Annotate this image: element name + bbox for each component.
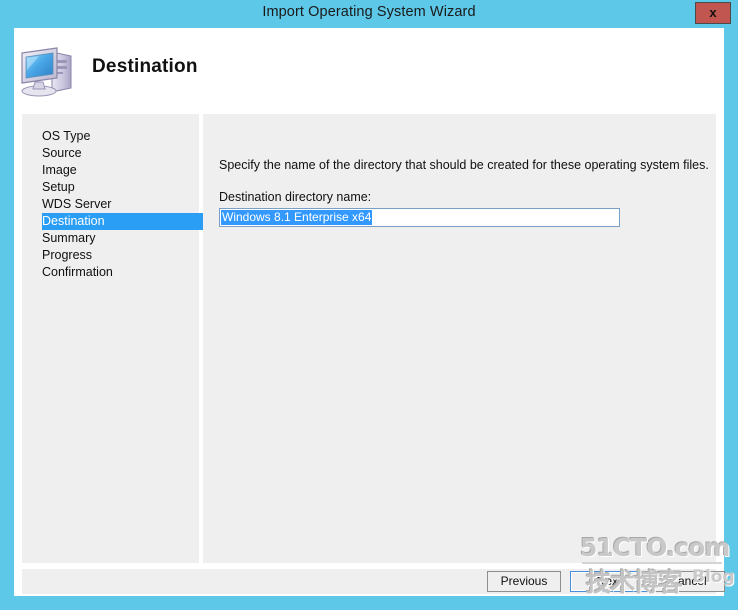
sidebar-item-setup[interactable]: Setup — [22, 179, 199, 196]
wizard-window: Import Operating System Wizard x Destina… — [0, 0, 738, 610]
sidebar-item-image[interactable]: Image — [22, 162, 199, 179]
cancel-button[interactable]: Cancel — [651, 571, 725, 592]
sidebar-item-os-type[interactable]: OS Type — [22, 128, 199, 145]
page-title: Destination — [92, 56, 198, 77]
instruction-text: Specify the name of the directory that s… — [219, 158, 709, 172]
title-bar: Import Operating System Wizard x — [0, 0, 738, 28]
close-icon: x — [709, 5, 717, 20]
sidebar-item-confirmation[interactable]: Confirmation — [22, 264, 199, 281]
sidebar-item-source[interactable]: Source — [22, 145, 199, 162]
destination-directory-input[interactable]: Windows 8.1 Enterprise x64 — [219, 208, 620, 227]
computer-icon — [19, 44, 77, 99]
sidebar-item-summary[interactable]: Summary — [22, 230, 199, 247]
destination-directory-label: Destination directory name: — [219, 190, 372, 204]
button-bar: Previous Next Cancel — [22, 569, 725, 594]
destination-directory-value: Windows 8.1 Enterprise x64 — [221, 210, 373, 225]
client-area: Destination OS Type Source Image Setup W… — [14, 28, 725, 596]
sidebar-item-wds-server[interactable]: WDS Server — [22, 196, 199, 213]
content-panel: Specify the name of the directory that s… — [203, 114, 716, 563]
close-button[interactable]: x — [695, 2, 731, 24]
next-button[interactable]: Next — [570, 571, 648, 592]
window-title: Import Operating System Wizard — [262, 4, 476, 20]
previous-button[interactable]: Previous — [487, 571, 561, 592]
wizard-sidebar: OS Type Source Image Setup WDS Server De… — [22, 114, 207, 563]
sidebar-item-progress[interactable]: Progress — [22, 247, 199, 264]
sidebar-item-destination[interactable]: Destination — [42, 213, 207, 230]
wizard-header: Destination — [14, 28, 724, 113]
